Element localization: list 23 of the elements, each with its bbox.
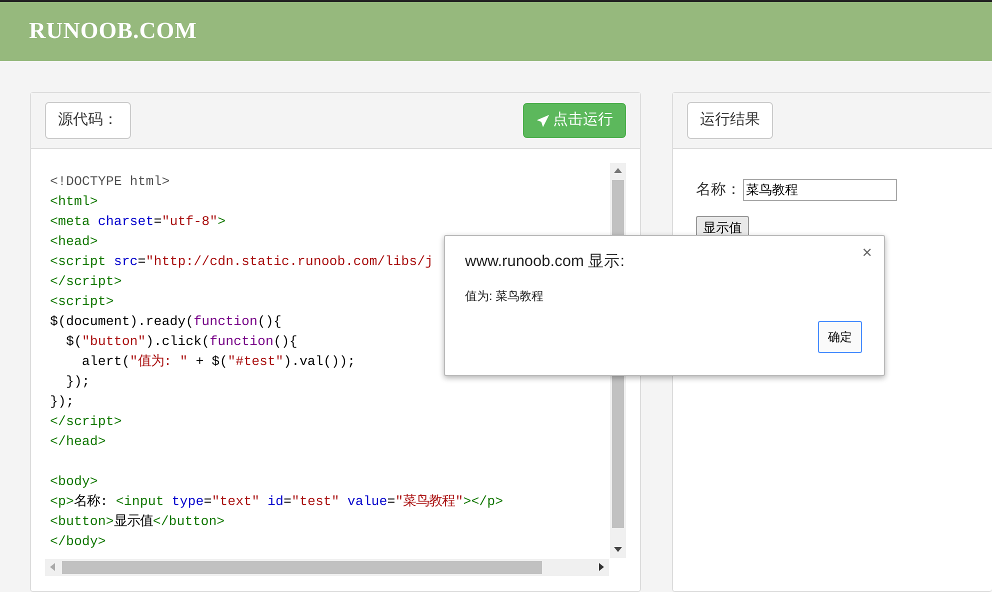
code-line: <head>	[50, 233, 98, 251]
result-label: 运行结果	[687, 102, 773, 139]
code-line: <script>	[50, 293, 114, 311]
code-line: alert("值为: " + $("#test").val());	[80, 353, 356, 371]
field-label: 名称：	[696, 180, 741, 200]
code-line: <p>名称: <input type="text" id="test" value="菜鸟教程"></p>	[50, 493, 504, 511]
code-line: <button>显示值</button>	[50, 513, 225, 531]
code-line: <meta charset="utf-8">	[50, 213, 226, 231]
code-line: <html>	[50, 193, 98, 211]
code-line: <script src="http://cdn.static.runoob.com/libs/j	[50, 253, 434, 271]
code-line: <body>	[50, 473, 98, 491]
source-code-label: 源代码：	[45, 102, 131, 139]
code-line: </head>	[50, 433, 106, 451]
dialog-title: www.runoob.com 显示:	[465, 252, 626, 272]
code-line: </body>	[50, 533, 106, 551]
dialog-message: 值为: 菜鸟教程	[465, 288, 545, 306]
code-line: });	[50, 393, 74, 411]
code-line: </script>	[50, 273, 122, 291]
code-line: });	[64, 373, 90, 391]
code-line: <!DOCTYPE html>	[50, 173, 170, 191]
code-line: $("button").click(function(){	[64, 333, 298, 351]
code-line: $(document).ready(function(){	[50, 313, 282, 331]
code-line: </script>	[50, 413, 122, 431]
